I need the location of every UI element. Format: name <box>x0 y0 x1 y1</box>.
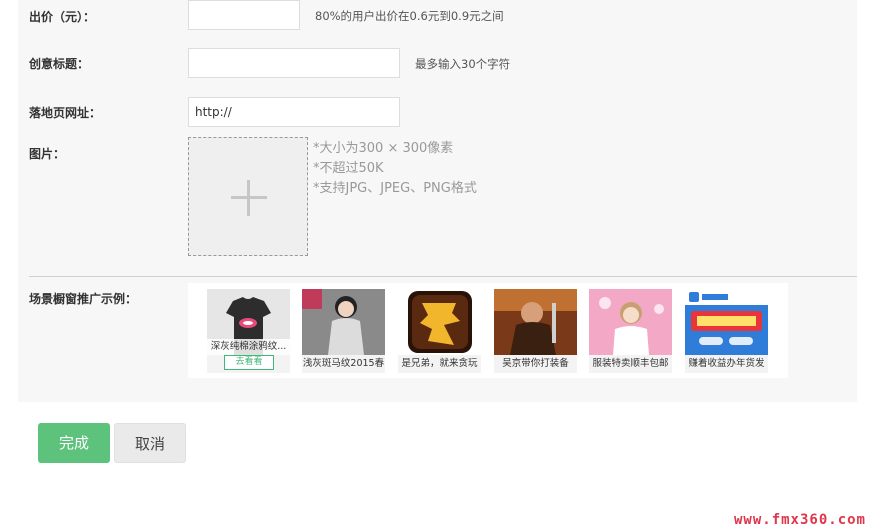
image-rule-size: *大小为300 × 300像素 <box>313 141 454 156</box>
example-caption: 浅灰斑马纹2015春 <box>302 358 385 369</box>
image-rules: *大小为300 × 300像素 *不超过50K *支持JPG、JPEG、PNG格… <box>313 139 477 199</box>
example-caption: 是兄弟，就来贪玩 <box>401 358 478 369</box>
example-thumb-game-logo <box>398 289 481 355</box>
example-caption: 服装特卖顺丰包邮 <box>592 358 669 369</box>
url-label: 落地页网址： <box>29 106 102 120</box>
image-label: 图片： <box>29 147 66 161</box>
example-card[interactable]: 赚着收益办年货发 <box>685 289 768 373</box>
examples-gallery: 深灰纯棉涂鸦纹... 去看看 浅灰斑马纹2015春 是兄弟，就来贪玩 吴京带你打… <box>188 283 788 378</box>
example-thumb-dress <box>302 289 385 355</box>
example-card[interactable]: 是兄弟，就来贪玩 <box>398 289 481 373</box>
example-thumb-finance-ad <box>685 289 768 355</box>
example-caption: 吴京带你打装备 <box>502 358 569 369</box>
image-rule-weight: *不超过50K <box>313 161 384 176</box>
example-caption: 深灰纯棉涂鸦纹... <box>207 339 290 355</box>
example-card[interactable]: 浅灰斑马纹2015春 <box>302 289 385 373</box>
example-card[interactable]: 服装特卖顺丰包邮 <box>589 289 672 373</box>
example-thumb-model <box>589 289 672 355</box>
bid-input[interactable] <box>188 0 300 30</box>
example-card[interactable]: 深灰纯棉涂鸦纹... 去看看 <box>207 289 290 373</box>
section-divider <box>29 276 857 277</box>
image-upload-box[interactable] <box>188 137 308 256</box>
bid-label: 出价（元）： <box>29 10 96 24</box>
bid-hint: 80%的用户出价在0.6元到0.9元之间 <box>315 9 504 23</box>
examples-label: 场景橱窗推广示例： <box>29 292 138 306</box>
title-hint: 最多输入30个字符 <box>415 57 511 71</box>
submit-button[interactable]: 完成 <box>38 423 110 463</box>
example-thumb-warrior <box>494 289 577 355</box>
image-rule-format: *支持JPG、JPEG、PNG格式 <box>313 181 477 196</box>
url-input[interactable] <box>188 97 400 127</box>
cancel-button[interactable]: 取消 <box>114 423 186 463</box>
example-card[interactable]: 吴京带你打装备 <box>494 289 577 373</box>
title-label: 创意标题： <box>29 57 90 71</box>
see-button[interactable]: 去看看 <box>224 355 274 370</box>
watermark: www.fmx360.com <box>733 512 866 528</box>
example-caption: 赚着收益办年货发 <box>688 358 765 369</box>
title-input[interactable] <box>188 48 400 78</box>
